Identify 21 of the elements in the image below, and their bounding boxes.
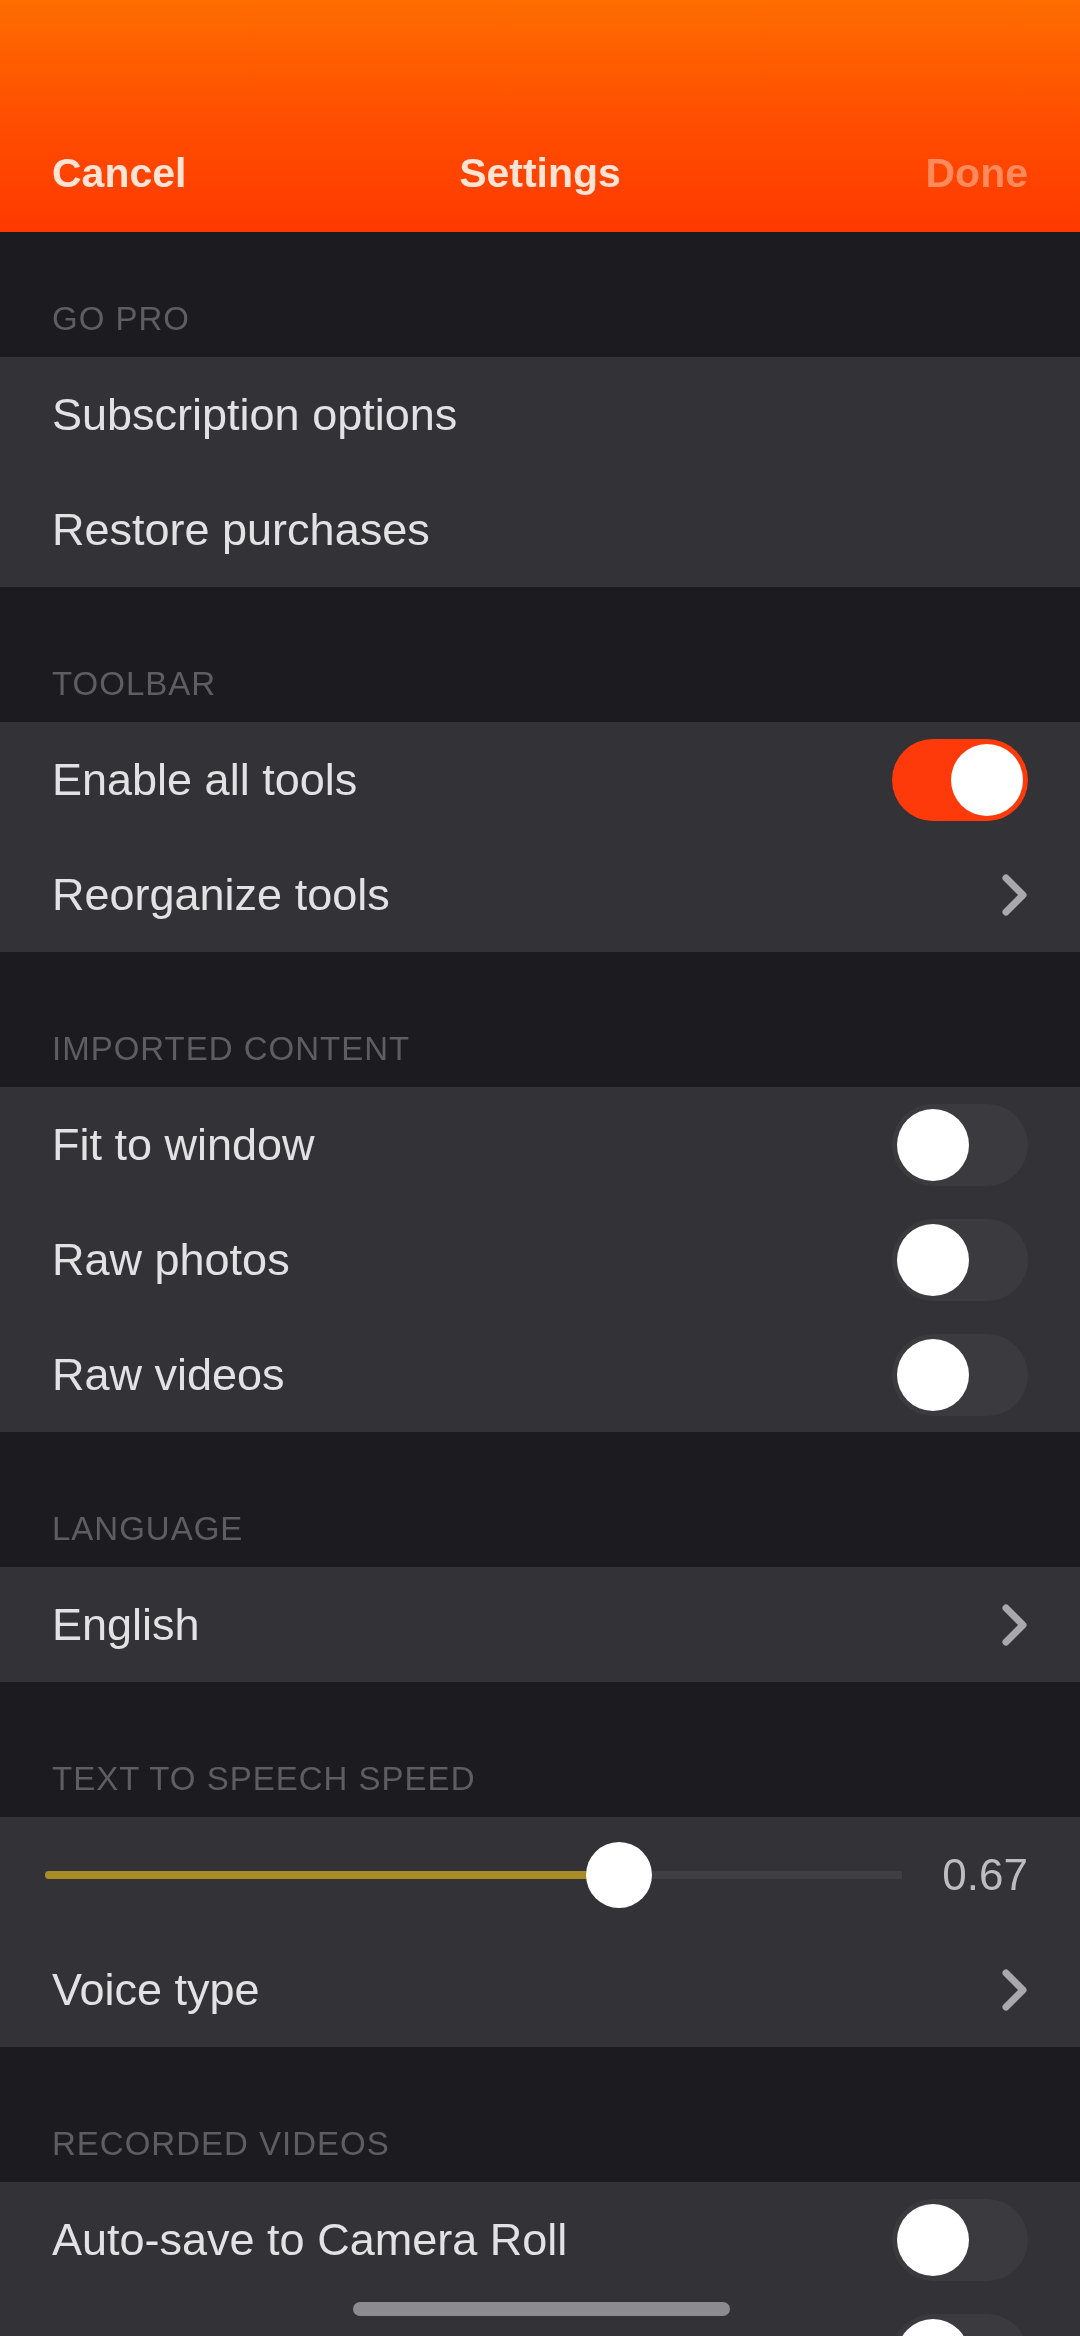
chevron-icon <box>1002 1968 1028 2011</box>
section-header: TOOLBAR <box>52 665 217 702</box>
chevron-icon <box>1002 873 1028 916</box>
settings-row[interactable]: Restore purchases <box>0 472 1080 587</box>
section-header: RECORDED VIDEOS <box>52 2125 390 2162</box>
settings-row[interactable]: Subscription options <box>0 357 1080 472</box>
setting-label: Enable all tools <box>52 753 358 806</box>
setting-label: Fit to window <box>52 1118 315 1171</box>
settings-row[interactable]: English <box>0 1567 1080 1682</box>
settings-row[interactable]: Voice type <box>0 1932 1080 2047</box>
section-header: IMPORTED CONTENT <box>52 1030 411 1067</box>
section-header: TEXT TO SPEECH SPEED <box>52 1760 476 1797</box>
setting-label: Auto-save to Camera Roll <box>52 2213 568 2266</box>
section-header: GO PRO <box>52 300 191 337</box>
setting-label: Raw photos <box>52 1233 290 1286</box>
section-header: LANGUAGE <box>52 1510 244 1547</box>
slider-value: 0.67 <box>942 1849 1028 1900</box>
nav-title: Settings <box>459 149 621 198</box>
chevron-icon <box>1002 1603 1028 1646</box>
settings-row[interactable]: Reorganize tools <box>0 837 1080 952</box>
setting-label: Raw videos <box>52 1348 285 1401</box>
